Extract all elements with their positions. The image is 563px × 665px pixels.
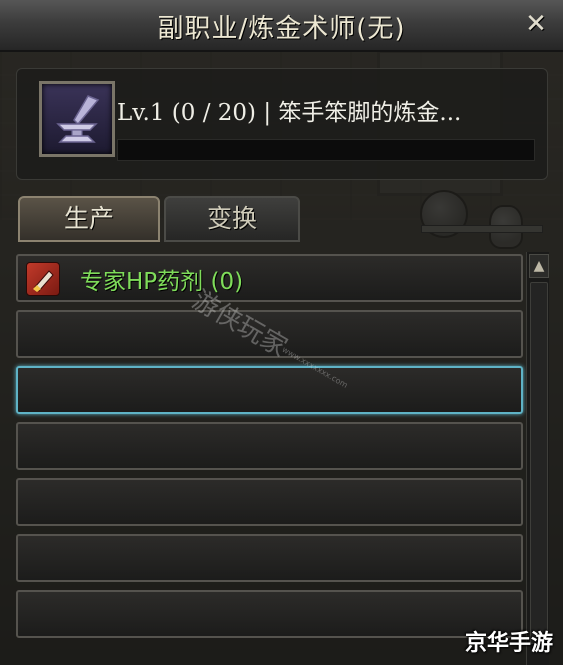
tab-bar: 生产 变换 xyxy=(18,196,548,242)
scroll-thumb[interactable] xyxy=(530,282,548,644)
experience-bar xyxy=(117,139,535,161)
recipe-row-empty[interactable] xyxy=(16,590,523,638)
recipe-row-empty[interactable] xyxy=(16,478,523,526)
window-title: 副职业/炼金术师(无) xyxy=(157,14,406,44)
recipe-list: 专家HP药剂 (0) xyxy=(16,248,523,665)
recipe-row-empty-selected[interactable] xyxy=(16,366,523,414)
tab-transform[interactable]: 变换 xyxy=(164,196,300,242)
recipe-scrollbar[interactable]: ▲ xyxy=(526,252,549,665)
recipe-row-empty[interactable] xyxy=(16,422,523,470)
skill-level-text: Lv.1 (0 / 20) | 笨手笨脚的炼金... xyxy=(117,100,462,126)
window-titlebar[interactable]: 副职业/炼金术师(无) ✕ xyxy=(0,0,563,52)
close-button[interactable]: ✕ xyxy=(519,7,553,41)
scroll-up-button[interactable]: ▲ xyxy=(529,254,549,278)
recipe-row-hp-potion[interactable]: 专家HP药剂 (0) xyxy=(16,254,523,302)
skill-info-panel: Lv.1 (0 / 20) | 笨手笨脚的炼金... xyxy=(16,68,548,180)
alchemy-anvil-icon xyxy=(39,81,115,157)
recipe-row-empty[interactable] xyxy=(16,534,523,582)
tab-production[interactable]: 生产 xyxy=(18,196,160,242)
hp-potion-icon xyxy=(26,262,60,296)
corner-watermark: 京华手游 xyxy=(464,631,553,656)
